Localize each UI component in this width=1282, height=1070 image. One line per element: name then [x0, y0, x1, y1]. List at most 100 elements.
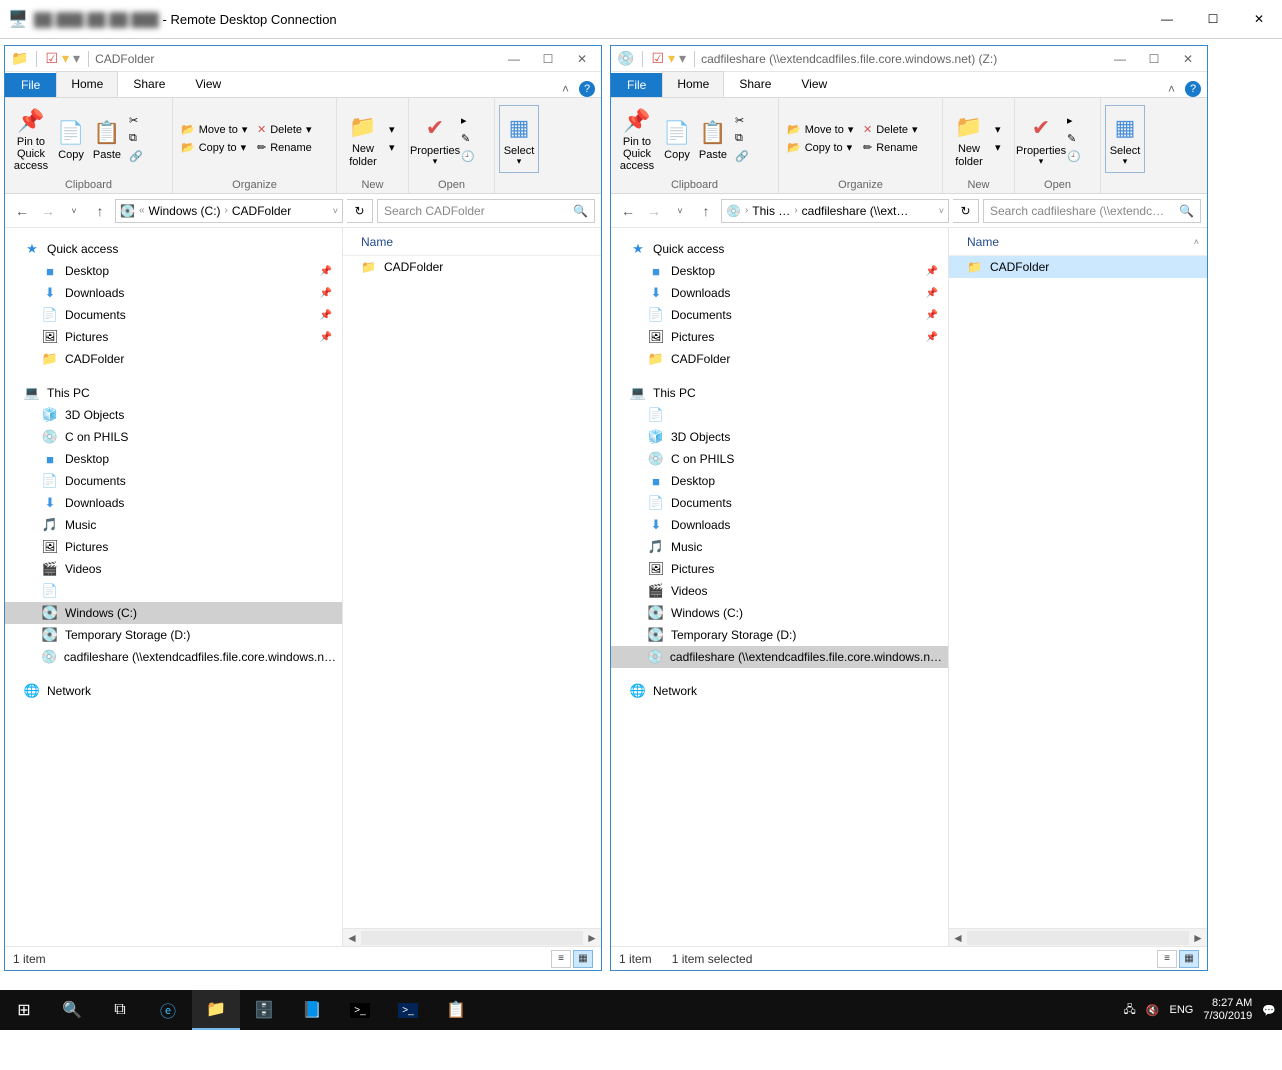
- ribbon-collapse-icon[interactable]: ˄: [562, 82, 569, 96]
- tray-language[interactable]: ENG: [1170, 1004, 1194, 1016]
- easy-access-button[interactable]: ▾: [385, 139, 399, 156]
- edit-button[interactable]: ✎: [1063, 130, 1085, 147]
- start-button[interactable]: ⊞: [0, 990, 48, 1030]
- nav-cadfolder[interactable]: 📁CADFolder: [5, 348, 342, 370]
- qat-properties-icon[interactable]: ☑: [45, 50, 58, 67]
- nav-documents2[interactable]: 📄Documents: [611, 492, 948, 514]
- copy-to-button[interactable]: 📂 Copy to ▾: [177, 139, 253, 156]
- nav-temp-d[interactable]: 💽Temporary Storage (D:): [5, 624, 342, 646]
- recent-button[interactable]: ˅: [63, 199, 85, 223]
- copy-path-button[interactable]: ⧉: [125, 130, 147, 147]
- qat-customize-icon[interactable]: ▾: [73, 50, 80, 67]
- nav-music[interactable]: 🎵Music: [5, 514, 342, 536]
- nav-quick-access[interactable]: ★Quick access: [611, 238, 948, 260]
- nav-windows-c[interactable]: 💽Windows (C:): [5, 602, 342, 624]
- properties-button[interactable]: ✔Properties▾: [1019, 105, 1063, 173]
- tab-view[interactable]: View: [786, 71, 842, 97]
- address-bar[interactable]: 💽 « Windows (C:)› CADFolder ˅: [115, 199, 343, 223]
- nav-desktop2[interactable]: ■Desktop: [5, 448, 342, 470]
- back-button[interactable]: ←: [617, 199, 639, 223]
- nav-network[interactable]: 🌐Network: [5, 680, 342, 702]
- tray-clock[interactable]: 8:27 AM 7/30/2019: [1203, 997, 1252, 1023]
- task-view-button[interactable]: ⧉: [96, 990, 144, 1030]
- address-bar[interactable]: 💿› This …› cadfileshare (\\ext… ˅: [721, 199, 949, 223]
- delete-button[interactable]: ✕ Delete ▾: [859, 121, 935, 138]
- nav-temp-d[interactable]: 💽Temporary Storage (D:): [611, 624, 948, 646]
- qat-newfolder-icon[interactable]: ▾: [62, 50, 69, 67]
- open-button[interactable]: ▸: [457, 112, 479, 129]
- nav-desktop2[interactable]: ■Desktop: [611, 470, 948, 492]
- tab-home[interactable]: Home: [56, 71, 118, 97]
- pin-quick-access-button[interactable]: 📌Pin to Quick access: [615, 105, 659, 173]
- help-icon[interactable]: ?: [579, 81, 595, 97]
- explorer-taskbar-icon[interactable]: 📁: [192, 990, 240, 1030]
- cut-button[interactable]: ✂: [731, 112, 753, 129]
- tab-file[interactable]: File: [5, 73, 56, 97]
- paste-button[interactable]: 📋Paste: [89, 105, 125, 173]
- ie-icon[interactable]: ⓔ: [144, 990, 192, 1030]
- nav-downloads[interactable]: ⬇Downloads📌: [5, 282, 342, 304]
- paste-shortcut-button[interactable]: 🔗: [731, 148, 753, 165]
- nav-windows-c[interactable]: 💽Windows (C:): [611, 602, 948, 624]
- minimize-button[interactable]: —: [497, 47, 531, 71]
- nav-pictures[interactable]: 🖼Pictures📌: [5, 326, 342, 348]
- open-button[interactable]: ▸: [1063, 112, 1085, 129]
- view-details[interactable]: ≡: [551, 950, 571, 968]
- nav-cadfileshare-z[interactable]: 💿cadfileshare (\\extendcadfiles.file.cor…: [611, 646, 948, 668]
- search-button[interactable]: 🔍: [48, 990, 96, 1030]
- tab-view[interactable]: View: [180, 71, 236, 97]
- column-header-name[interactable]: Name: [343, 228, 601, 256]
- move-to-button[interactable]: 📂 Move to ▾: [783, 121, 859, 138]
- nav-blank[interactable]: 📄: [611, 404, 948, 426]
- nav-cadfolder[interactable]: 📁CADFolder: [611, 348, 948, 370]
- tray-sound-icon[interactable]: 🔇: [1146, 1004, 1160, 1017]
- nav-documents2[interactable]: 📄Documents: [5, 470, 342, 492]
- nav-downloads[interactable]: ⬇Downloads📌: [611, 282, 948, 304]
- nav-this-pc[interactable]: 💻This PC: [611, 382, 948, 404]
- copy-button[interactable]: 📄Copy: [53, 105, 89, 173]
- easy-access-button[interactable]: ▾: [991, 139, 1005, 156]
- history-button[interactable]: 🕘: [1063, 148, 1085, 165]
- refresh-button[interactable]: ↻: [953, 199, 979, 223]
- close-button[interactable]: ✕: [1171, 47, 1205, 71]
- list-item[interactable]: 📁CADFolder: [343, 256, 601, 278]
- hscroll[interactable]: ◄►: [949, 928, 1207, 946]
- back-button[interactable]: ←: [11, 199, 33, 223]
- nav-music[interactable]: 🎵Music: [611, 536, 948, 558]
- view-icons[interactable]: ▦: [1179, 950, 1199, 968]
- hscroll[interactable]: ◄►: [343, 928, 601, 946]
- select-button[interactable]: ▦Select▾: [1105, 105, 1145, 173]
- help-icon[interactable]: ?: [1185, 81, 1201, 97]
- maximize-button[interactable]: ☐: [1190, 4, 1236, 34]
- copy-button[interactable]: 📄Copy: [659, 105, 695, 173]
- history-button[interactable]: 🕘: [457, 148, 479, 165]
- search-box[interactable]: Search CADFolder🔍: [377, 199, 595, 223]
- nav-3d-objects[interactable]: 🧊3D Objects: [611, 426, 948, 448]
- select-button[interactable]: ▦Select▾: [499, 105, 539, 173]
- rename-button[interactable]: ✏ Rename: [859, 139, 935, 156]
- nav-documents[interactable]: 📄Documents📌: [611, 304, 948, 326]
- nav-c-phils[interactable]: 💿C on PHILS: [611, 448, 948, 470]
- nav-desktop[interactable]: ■Desktop📌: [5, 260, 342, 282]
- maximize-button[interactable]: ☐: [1137, 47, 1171, 71]
- nav-network[interactable]: 🌐Network: [611, 680, 948, 702]
- copy-path-button[interactable]: ⧉: [731, 130, 753, 147]
- paste-button[interactable]: 📋Paste: [695, 105, 731, 173]
- app-icon[interactable]: 📘: [288, 990, 336, 1030]
- nav-desktop[interactable]: ■Desktop📌: [611, 260, 948, 282]
- refresh-button[interactable]: ↻: [347, 199, 373, 223]
- nav-blank[interactable]: 📄: [5, 580, 342, 602]
- nav-pictures2[interactable]: 🖼Pictures: [611, 558, 948, 580]
- nav-videos[interactable]: 🎬Videos: [611, 580, 948, 602]
- nav-downloads2[interactable]: ⬇Downloads: [5, 492, 342, 514]
- new-item-button[interactable]: ▾: [385, 121, 399, 138]
- tab-home[interactable]: Home: [662, 71, 724, 97]
- tab-share[interactable]: Share: [118, 71, 180, 97]
- ribbon-collapse-icon[interactable]: ˄: [1168, 82, 1175, 96]
- copy-to-button[interactable]: 📂 Copy to ▾: [783, 139, 859, 156]
- maximize-button[interactable]: ☐: [531, 47, 565, 71]
- close-button[interactable]: ✕: [1236, 4, 1282, 34]
- recent-button[interactable]: ˅: [669, 199, 691, 223]
- close-button[interactable]: ✕: [565, 47, 599, 71]
- nav-downloads2[interactable]: ⬇Downloads: [611, 514, 948, 536]
